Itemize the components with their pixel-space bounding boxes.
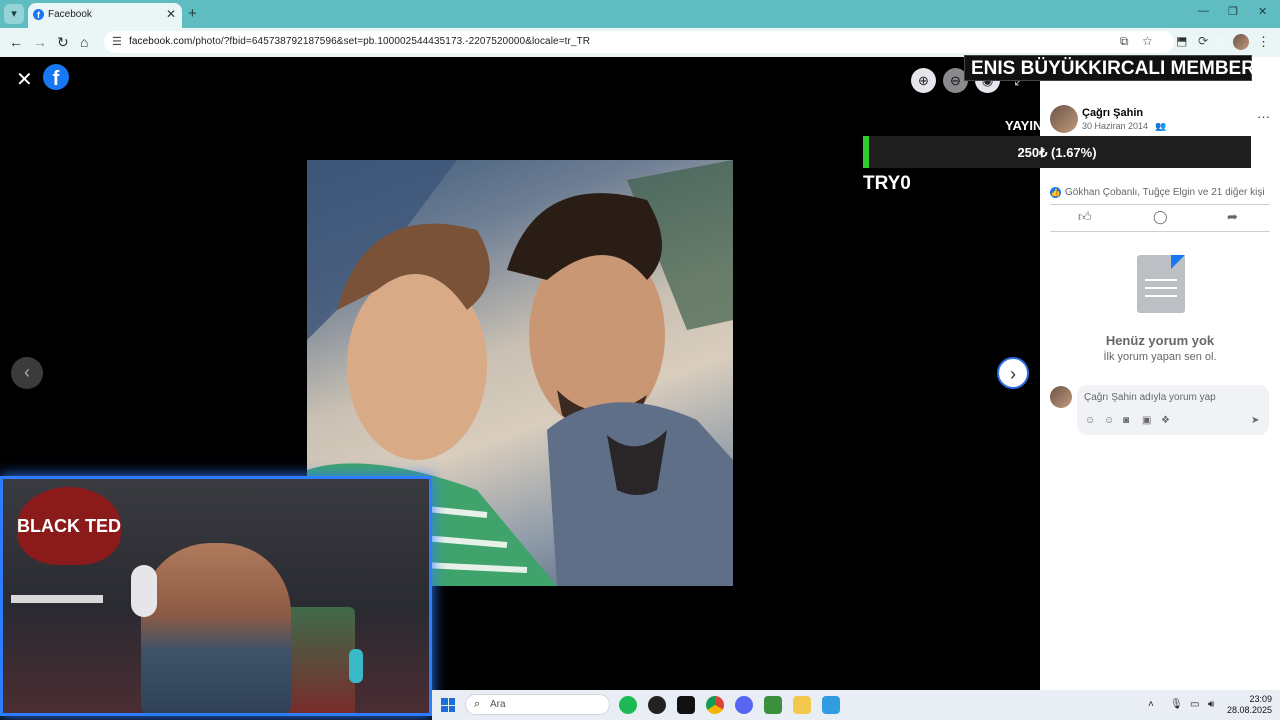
- close-viewer-icon[interactable]: ✕: [16, 67, 33, 92]
- facebook-logo-icon[interactable]: f: [43, 64, 69, 90]
- new-tab-button[interactable]: +: [188, 5, 197, 22]
- streamer: [141, 543, 291, 713]
- headset: [131, 565, 157, 617]
- clock-time: 23:09: [1249, 694, 1272, 704]
- sticker-icon[interactable]: ❖: [1161, 415, 1170, 426]
- comment-icon[interactable]: ◯: [1153, 209, 1168, 225]
- address-bar[interactable]: ☰ facebook.com/photo/?fbid=6457387921875…: [104, 31, 1174, 53]
- browser-tabbar: ▾ f Facebook ✕ + — ❐ ✕: [0, 0, 1280, 28]
- no-comments-subtitle: İlk yorum yapan sen ol.: [1103, 351, 1217, 363]
- reactions-summary[interactable]: 👍 Gökhan Çobanlı, Tuğçe Elgin ve 21 diğer…: [1050, 187, 1265, 198]
- avatar-sticker-icon[interactable]: ☺: [1085, 415, 1095, 426]
- system-clock[interactable]: 23:09 28.08.2025: [1227, 694, 1272, 716]
- divider: [1050, 204, 1270, 205]
- site-info-icon[interactable]: ☰: [112, 35, 122, 48]
- chrome-icon[interactable]: [706, 696, 724, 714]
- volume-icon[interactable]: 🔊︎: [1208, 699, 1214, 710]
- friends-icon: 👥: [1155, 121, 1167, 131]
- home-button[interactable]: ⌂: [80, 34, 88, 50]
- gif-icon[interactable]: ▣: [1142, 415, 1151, 426]
- microphone-icon[interactable]: 🎙︎: [1170, 699, 1183, 710]
- minimize-button[interactable]: —: [1198, 5, 1209, 17]
- microphone: [349, 649, 363, 683]
- screen: ▾ f Facebook ✕ + — ❐ ✕ ← → ↻ ⌂ ☰ faceboo…: [0, 0, 1280, 720]
- capcut-icon[interactable]: [677, 696, 695, 714]
- tab-search-button[interactable]: ▾: [4, 4, 24, 24]
- tab-close-icon[interactable]: ✕: [166, 7, 176, 21]
- document-icon: [1137, 255, 1185, 313]
- spotify-icon[interactable]: [619, 696, 637, 714]
- tab-facebook[interactable]: f Facebook ✕: [28, 3, 182, 28]
- camera-icon[interactable]: ◙: [1123, 415, 1129, 426]
- previous-photo-button[interactable]: ‹: [11, 357, 43, 389]
- obs-icon[interactable]: [648, 696, 666, 714]
- more-options-icon[interactable]: ···: [1257, 109, 1270, 124]
- browser-menu-icon[interactable]: ⋮: [1257, 34, 1270, 50]
- back-button[interactable]: ←: [9, 34, 23, 50]
- tab-title: Facebook: [48, 9, 92, 20]
- search-placeholder: Ara: [490, 699, 506, 710]
- like-icon[interactable]: 👍︎: [1078, 209, 1092, 225]
- like-reaction-icon: 👍: [1050, 187, 1061, 198]
- network-icon[interactable]: ▭: [1190, 699, 1199, 710]
- restore-button[interactable]: ❐: [1228, 5, 1238, 18]
- forward-button[interactable]: →: [33, 34, 47, 50]
- webcam-overlay: BLACK TED: [0, 476, 432, 716]
- next-photo-button[interactable]: ›: [997, 357, 1029, 389]
- profile-avatar[interactable]: [1233, 34, 1249, 50]
- stream-label: YAYIN: [1005, 118, 1043, 133]
- file-explorer-icon[interactable]: [793, 696, 811, 714]
- divider: [1050, 231, 1270, 232]
- windows-start-icon[interactable]: [441, 698, 455, 712]
- poster-avatar[interactable]: [1050, 105, 1078, 133]
- comment-input[interactable]: Çağrı Şahin adıyla yorum yap ☺ ☺ ◙ ▣ ❖ ➤: [1077, 385, 1269, 435]
- comment-placeholder: Çağrı Şahin adıyla yorum yap: [1084, 392, 1216, 403]
- shelf: [11, 595, 103, 603]
- no-comments-title: Henüz yorum yok: [1105, 333, 1215, 348]
- discord-icon[interactable]: [735, 696, 753, 714]
- reload-button[interactable]: ↻: [57, 34, 69, 51]
- goal-label: 250₺ (1.67%): [1017, 145, 1097, 160]
- emoji-icon[interactable]: ☺: [1104, 415, 1114, 426]
- donation-goal-bar: 250₺ (1.67%): [863, 136, 1251, 168]
- taskbar-search[interactable]: ⌕ Ara: [465, 694, 610, 715]
- try-counter: TRY0: [863, 173, 911, 194]
- watermark-text: MAYANERD ITEDI X: [1046, 34, 1228, 51]
- photos-icon[interactable]: [822, 696, 840, 714]
- send-icon[interactable]: ➤: [1251, 415, 1259, 426]
- tray-overflow-icon[interactable]: ˄: [1148, 699, 1154, 710]
- clock-date: 28.08.2025: [1226, 705, 1272, 715]
- poster-name[interactable]: Çağrı Şahin: [1082, 107, 1143, 119]
- url-text: facebook.com/photo/?fbid=645738792187596…: [129, 36, 591, 47]
- member-banner: ENIS BÜYÜKKIRCALI MEMBER: [964, 55, 1255, 81]
- share-icon[interactable]: ➦: [1227, 209, 1238, 225]
- close-window-button[interactable]: ✕: [1258, 5, 1267, 18]
- facebook-favicon-icon: f: [33, 9, 44, 20]
- channel-logo: BLACK TED: [17, 487, 121, 565]
- bluestacks-icon[interactable]: [764, 696, 782, 714]
- taskbar: ⌕ Ara ˄ 🎙︎ ▭ 🔊︎ 23:09 28.08.2025: [432, 690, 1280, 720]
- zoom-in-icon[interactable]: ⊕: [911, 68, 936, 93]
- commenter-avatar: [1050, 386, 1072, 408]
- post-date[interactable]: 30 Haziran 2014: [1082, 121, 1148, 131]
- search-icon: ⌕: [474, 698, 481, 710]
